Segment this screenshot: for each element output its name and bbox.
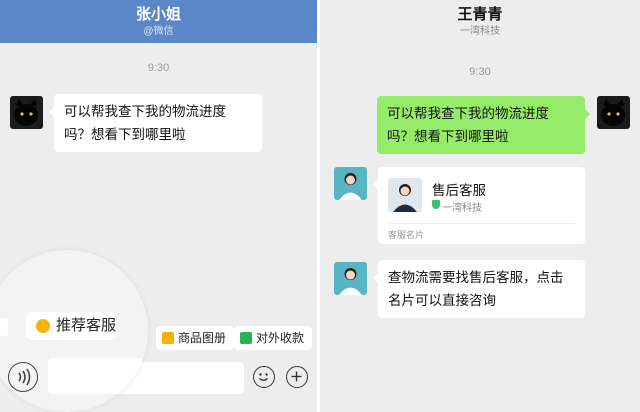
payment-icon: [240, 332, 252, 344]
chat-header: 张小姐 @微信: [0, 0, 317, 43]
magnified-callout: 推荐客服: [0, 250, 148, 412]
quick-reply-catalog[interactable]: 商品图册: [156, 326, 235, 350]
voice-icon[interactable]: [8, 362, 38, 392]
quick-reply-recommend-agent[interactable]: 推荐客服: [26, 312, 116, 340]
contact-card[interactable]: 售后客服 一湾科技 客服名片: [373, 167, 585, 244]
contact-company: 一湾科技: [460, 26, 500, 37]
magnified-input: [48, 358, 148, 394]
card-type-label: 客服名片: [388, 230, 425, 240]
customer-avatar[interactable]: [10, 96, 43, 129]
smile-icon: [36, 319, 50, 333]
contact-name: 张小姐: [135, 6, 181, 23]
quick-reply-payment[interactable]: 对外收款: [234, 326, 313, 350]
chip-edge: [0, 318, 8, 336]
plus-icon: [291, 371, 302, 382]
verified-shield-icon: [432, 200, 440, 209]
quick-reply-label: 推荐客服: [56, 317, 117, 334]
contact-source: @微信: [143, 26, 174, 37]
customer-avatar[interactable]: [597, 96, 630, 129]
quick-reply-label: 商品图册: [178, 331, 227, 345]
smile-face-icon: [259, 373, 268, 381]
more-button[interactable]: [286, 366, 308, 388]
received-message: 可以帮我查下我的物流进度吗？想看下到哪里啦: [49, 94, 262, 152]
card-name: 售后客服: [432, 183, 486, 198]
quick-reply-label: 对外收款: [256, 331, 305, 345]
message-time: 9:30: [469, 66, 491, 78]
card-divider: [388, 223, 575, 224]
agent-reply: 查物流需要找售后客服，点击名片可以直接咨询: [373, 260, 585, 318]
card-org: 一湾科技: [442, 203, 482, 214]
catalog-icon: [162, 332, 174, 344]
agent-avatar[interactable]: [334, 167, 367, 200]
left-chat-pane: 张小姐 @微信 9:30 可以帮我查下我的物流进度吗？想看下到哪里啦 商品图册 …: [0, 0, 317, 412]
sent-message: 可以帮我查下我的物流进度吗？想看下到哪里啦: [377, 96, 590, 154]
right-chat-pane: 王青青 一湾科技 9:30 可以帮我查下我的物流进度吗？想看下到哪里啦 售后客服…: [320, 0, 640, 412]
emoji-button[interactable]: [253, 366, 275, 388]
card-avatar: [388, 178, 422, 212]
message-time: 9:30: [147, 62, 170, 74]
chat-header: 王青青 一湾科技: [320, 0, 640, 42]
contact-name: 王青青: [457, 6, 503, 23]
agent-avatar[interactable]: [334, 262, 367, 295]
